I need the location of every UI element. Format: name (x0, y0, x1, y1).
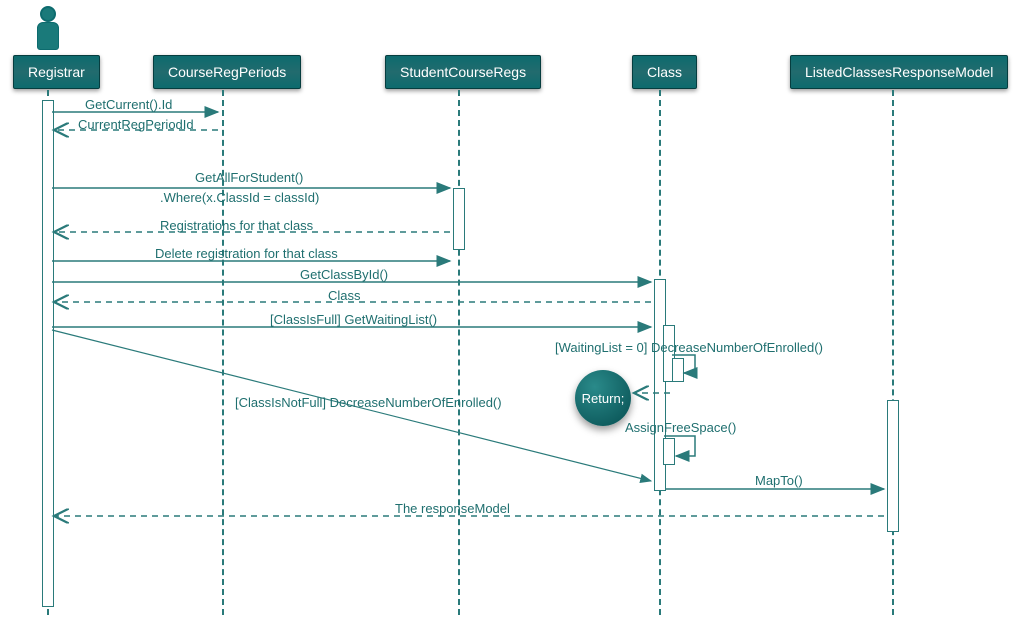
activation-class-nested2 (672, 358, 684, 382)
msg-assignfree: AssignFreeSpace() (625, 420, 736, 435)
return-terminate-icon: Return; (575, 370, 631, 426)
participant-label: Class (647, 64, 682, 80)
actor-head-icon (40, 6, 56, 22)
participant-label: Registrar (28, 64, 85, 80)
msg-delete: Delete registration for that class (155, 246, 338, 261)
lifeline-listedmodel (892, 90, 894, 615)
lifeline-studentregs (458, 90, 460, 615)
msg-waitinglist: [WaitingList = 0] DecreaseNumberOfEnroll… (555, 340, 823, 355)
msg-classnotfull: [ClassIsNotFull] DecreaseNumberOfEnrolle… (235, 395, 502, 410)
msg-getallstudent: GetAllForStudent() (195, 170, 303, 185)
msg-where: .Where(x.ClassId = classId) (160, 190, 319, 205)
msg-class: Class (328, 288, 361, 303)
lifeline-coursereg (222, 90, 224, 615)
activation-registrar (42, 100, 54, 607)
msg-mapto: MapTo() (755, 473, 803, 488)
participant-listedmodel: ListedClassesResponseModel (790, 55, 1008, 89)
msg-registrations: Registrations for that class (160, 218, 313, 233)
activation-listedmodel (887, 400, 899, 532)
arrows-layer (0, 0, 1024, 633)
participant-registrar: Registrar (13, 55, 100, 89)
participant-label: StudentCourseRegs (400, 64, 526, 80)
msg-getclassbyid: GetClassById() (300, 267, 388, 282)
return-label: Return; (582, 391, 625, 406)
msg-classisfull: [ClassIsFull] GetWaitingList() (270, 312, 437, 327)
msg-currentperiod: CurrentRegPeriodId (78, 117, 194, 132)
participant-studentregs: StudentCourseRegs (385, 55, 541, 89)
participant-class: Class (632, 55, 697, 89)
msg-getcurrent: GetCurrent().Id (85, 97, 172, 112)
msg-responsemodel: The responseModel (395, 501, 510, 516)
actor-body-icon (37, 22, 59, 50)
activation-class-nested3 (663, 438, 675, 465)
participant-label: ListedClassesResponseModel (805, 64, 993, 80)
activation-studentregs (453, 188, 465, 250)
participant-label: CourseRegPeriods (168, 64, 286, 80)
participant-coursereg: CourseRegPeriods (153, 55, 301, 89)
